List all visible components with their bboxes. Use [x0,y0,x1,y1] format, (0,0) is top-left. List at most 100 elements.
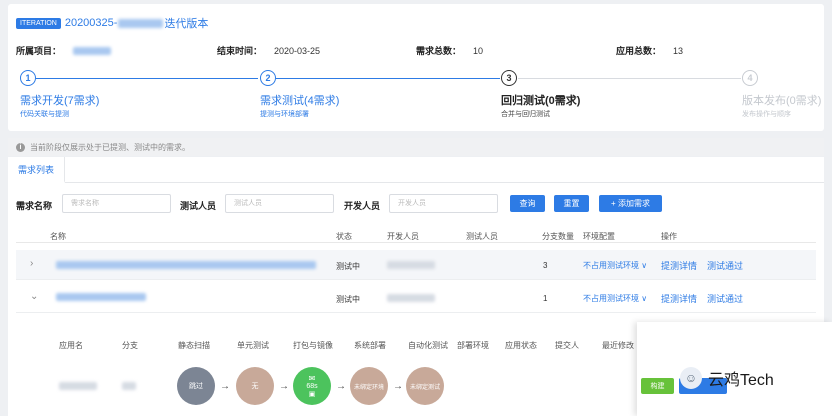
test-pass-link[interactable]: 测试通过 [707,292,743,305]
info-icon: i [16,142,25,152]
step-title: 回归测试(0需求) [501,95,581,107]
project-info: 所属项目： [16,44,112,57]
stage-label: 无 [251,383,259,390]
col-package-image: 打包与镜像 [293,341,333,350]
dev-label: 开发人员 [344,201,381,211]
submit-detail-link[interactable]: 提测详情 [661,259,697,272]
tester-input[interactable] [225,194,334,213]
tab-bar: 需求列表 [8,157,824,183]
col-system-deploy: 系统部署 [354,341,386,350]
step-number: 4 [742,70,758,86]
step-number: 1 [20,70,36,86]
reset-button[interactable]: 重置 [554,195,589,212]
col-auto-test: 自动化测试 [408,341,448,350]
col-branch: 分支 [122,341,138,350]
col-developer: 开发人员 [387,232,419,241]
dev-input[interactable] [389,194,498,213]
col-unit-test: 单元测试 [237,341,269,350]
app-total-info: 应用总数： 13 [616,44,683,57]
row-status: 测试中 [336,262,360,271]
stage-label: 未绑定测试 [409,384,440,391]
col-deploy-env: 部署环境 [457,341,489,350]
col-static-scan: 静态扫描 [178,341,210,350]
arrow-right-icon: → [336,381,346,392]
step-desc: 合并与回归测试 [501,111,550,118]
tab-requirement-list[interactable]: 需求列表 [8,157,66,183]
progress-steps: 1 需求开发(7需求) 代码关联与提测 2 需求测试(4需求) 提测与环境部署 … [8,65,824,125]
title-prefix: 20200325- [64,17,118,29]
req-total-info: 需求总数： 10 [416,44,483,57]
col-tester: 测试人员 [466,232,498,241]
redacted-app-name [59,382,97,390]
stage-label: 未绑定环境 [353,384,384,391]
title-suffix: 迭代版本 [164,18,209,30]
chevron-down-icon[interactable]: ⌄ [30,291,38,302]
redacted-req-name [56,293,146,301]
add-requirement-button[interactable]: + 添加需求 [599,195,662,212]
app-total-value: 13 [673,45,684,56]
env-select[interactable]: 不占用测试环境 ∨ [583,260,647,271]
redacted-branch [122,382,136,390]
stage-static-scan[interactable]: 跳过 [177,367,215,405]
watermark-text: 云鸡Tech [708,372,774,389]
step-connector [518,78,741,79]
col-app-status: 应用状态 [505,341,537,350]
arrow-right-icon: → [220,381,230,392]
chat-bubble-icon: ☺ [680,367,702,389]
col-name: 名称 [50,232,66,241]
end-time-value: 2020-03-25 [274,45,321,56]
step-desc: 提测与环境部署 [260,111,309,118]
table-row[interactable]: ⌄ 测试中 1 不占用测试环境 ∨ 提测详情 测试通过 [16,283,816,313]
step-title: 版本发布(0需求) [742,95,822,107]
watermark: ☺ 云鸡Tech [680,366,774,390]
submit-detail-link[interactable]: 提测详情 [661,292,697,305]
notice-bar: i 当前阶段仅展示处于已提测、测试中的需求。 [8,138,824,156]
env-select[interactable]: 不占用测试环境 ∨ [583,293,647,304]
arrow-right-icon: → [279,381,289,392]
step-regression[interactable]: 3 回归测试(0需求) 合并与回归测试 [501,70,580,118]
redacted-developer [387,294,435,302]
table-row[interactable]: › 测试中 3 不占用测试环境 ∨ 提测详情 测试通过 [16,250,816,280]
mail-icon: ✉ [308,374,316,383]
step-desc: 发布操作与顺序 [742,111,791,118]
step-title: 需求测试(4需求) [260,95,340,107]
req-total-value: 10 [473,45,484,56]
document-icon: ▣ [308,391,316,398]
stage-label: 跳过 [189,383,203,390]
stage-label: 68s [306,383,318,390]
redacted-req-name [56,261,316,269]
iteration-title-row: ITERATION 20200325- 迭代版本 [16,15,208,31]
test-pass-link[interactable]: 测试通过 [707,259,743,272]
step-test[interactable]: 2 需求测试(4需求) 提测与环境部署 [260,70,339,118]
col-branches: 分支数量 [542,232,574,241]
iteration-tag: ITERATION [16,17,61,29]
req-name-input[interactable] [62,194,171,213]
col-last-modified: 最近修改 [602,341,634,350]
col-submitter: 提交人 [555,341,579,350]
requirement-table-header: 名称 状态 开发人员 测试人员 分支数量 环境配置 操作 [16,229,816,243]
query-button[interactable]: 查询 [510,195,545,212]
stage-auto-test[interactable]: 未绑定测试 [406,367,444,405]
row-branches: 1 [543,294,548,303]
stage-package-image[interactable]: ✉ 68s ▣ [293,367,331,405]
end-time-label: 结束时间： [217,46,263,56]
step-desc: 代码关联与提测 [20,111,69,118]
build-button[interactable]: 构建 [641,378,674,394]
stage-system-deploy[interactable]: 未绑定环境 [350,367,388,405]
col-actions: 操作 [661,232,677,241]
req-total-label: 需求总数： [416,46,462,56]
step-release[interactable]: 4 版本发布(0需求) 发布操作与顺序 [742,70,821,118]
redacted-developer [387,261,435,269]
step-dev[interactable]: 1 需求开发(7需求) 代码关联与提测 [20,70,99,118]
step-connector [276,78,500,79]
app-total-label: 应用总数： [616,46,662,56]
tester-label: 测试人员 [180,201,217,211]
req-name-label: 需求名称 [16,201,53,211]
step-title: 需求开发(7需求) [20,95,100,107]
chevron-right-icon[interactable]: › [30,258,33,269]
step-connector [36,78,258,79]
notice-text: 当前阶段仅展示处于已提测、测试中的需求。 [30,142,190,152]
stage-unit-test[interactable]: 无 [236,367,274,405]
iteration-title[interactable]: 20200325- 迭代版本 [65,15,209,31]
col-app-name: 应用名 [59,341,83,350]
